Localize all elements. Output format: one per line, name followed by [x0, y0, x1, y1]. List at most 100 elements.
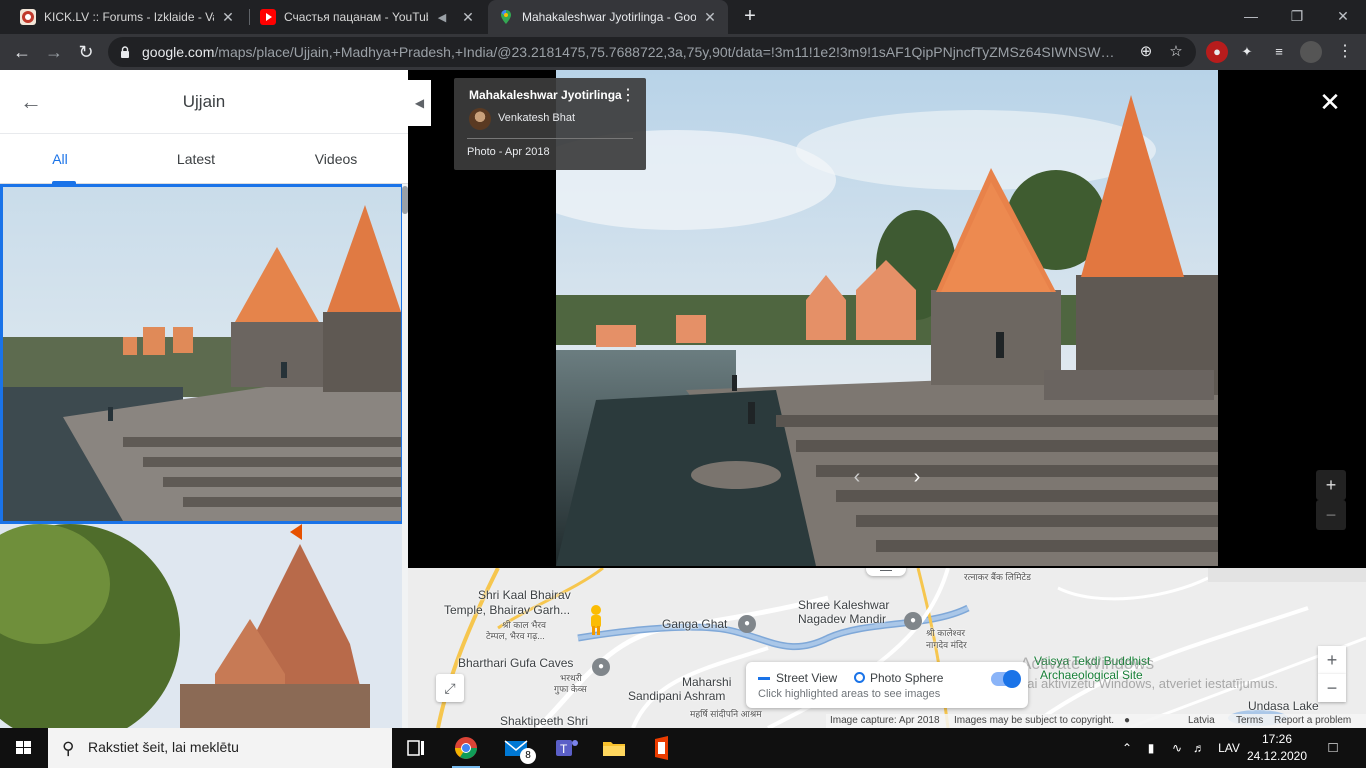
mail-badge: 8 — [520, 748, 536, 764]
battery-icon[interactable]: ▮ — [1140, 728, 1162, 768]
map-attribution: Image capture: Apr 2018 Images may be su… — [826, 714, 1366, 728]
start-button[interactable] — [0, 728, 48, 768]
place-pin-icon[interactable]: ● — [738, 615, 756, 633]
close-icon[interactable]: ✕ — [1318, 89, 1342, 115]
menu-dots-icon[interactable]: ⋮ — [1334, 41, 1356, 63]
tab-videos[interactable]: Videos — [276, 134, 396, 184]
place-pin-icon[interactable]: ● — [904, 612, 922, 630]
tab-title: KICK.LV :: Forums - Izklaide - Vals — [44, 10, 214, 24]
mini-map[interactable]: Shri Kaal Bhairav Temple, Bhairav Garh..… — [408, 568, 1366, 728]
photo-date: Photo - Apr 2018 — [467, 146, 550, 158]
country-link[interactable]: Latvia — [1188, 715, 1215, 726]
zoom-in-button[interactable]: + — [1316, 470, 1346, 500]
street-view-toggle[interactable] — [991, 670, 1021, 688]
volume-icon[interactable]: ♬ — [1188, 728, 1210, 768]
map-zoom-out-button[interactable]: − — [1318, 674, 1346, 702]
map-label[interactable]: Sandipani Ashram — [628, 689, 725, 703]
photo-filter-tabs: All Latest Videos — [0, 134, 408, 184]
tab-title: Mahakaleshwar Jyotirlinga - Goo — [522, 10, 696, 24]
panel-header: ← Ujjain — [0, 70, 408, 134]
photo-place-name[interactable]: Mahakaleshwar Jyotirlinga — [469, 88, 622, 102]
youtube-icon — [260, 9, 276, 25]
place-pin-icon[interactable]: ● — [592, 658, 610, 676]
legend-hint: Click highlighted areas to see images — [758, 688, 941, 700]
map-label[interactable]: Shri Kaal Bhairav — [478, 588, 571, 602]
bookmark-star-icon[interactable]: ☆ — [1166, 42, 1186, 62]
taskbar-search-box[interactable]: ⚲ Rakstiet šeit, lai meklētu — [48, 728, 392, 768]
photo-thumbnail-ghat[interactable] — [0, 184, 404, 524]
language-indicator[interactable]: LAV — [1212, 728, 1246, 768]
tab-google-maps[interactable]: Mahakaleshwar Jyotirlinga - Goo ✕ — [488, 0, 728, 34]
image-capture-date: Image capture: Apr 2018 — [830, 715, 940, 726]
map-zoom-in-button[interactable]: + — [1318, 646, 1346, 674]
audio-playing-icon[interactable]: ◀︎ — [434, 11, 450, 24]
svg-text:T: T — [560, 742, 568, 756]
street-view-legend-item: Street View — [758, 671, 837, 685]
office-icon[interactable] — [646, 732, 678, 764]
map-label[interactable]: Nagadev Mandir — [798, 612, 886, 626]
map-label[interactable]: Undasa Lake — [1248, 699, 1319, 713]
terms-link[interactable]: Terms — [1236, 715, 1263, 726]
tab-close-icon[interactable]: ✕ — [220, 9, 236, 26]
collapse-panel-button[interactable]: ◀ — [408, 80, 431, 126]
file-explorer-icon[interactable] — [598, 732, 630, 764]
system-clock[interactable]: 17:26 24.12.2020 — [1246, 731, 1308, 765]
panel-title: Ujjain — [182, 92, 226, 111]
tab-latest[interactable]: Latest — [136, 134, 256, 184]
map-label[interactable]: Shaktipeeth Shri — [500, 714, 588, 728]
back-icon[interactable]: ← — [8, 38, 36, 66]
street-view-legend: Street View Photo Sphere Click highlight… — [746, 662, 1028, 708]
show-hidden-icons[interactable]: ⌃ — [1118, 728, 1136, 768]
mail-icon[interactable]: 8 — [500, 732, 536, 764]
forward-icon[interactable]: → — [40, 38, 68, 66]
minimize-icon[interactable]: — — [1228, 0, 1274, 34]
search-icon: ⚲ — [62, 739, 75, 758]
extensions-puzzle-icon[interactable]: ✦ — [1236, 41, 1258, 63]
previous-photo-icon[interactable]: ‹ — [842, 462, 872, 492]
pegman-icon[interactable] — [588, 604, 604, 636]
windows-taskbar: ⚲ Rakstiet šeit, lai meklētu 8 T ⌃ ▮ ∿ ♬… — [0, 728, 1366, 768]
browser-tab-strip: KICK.LV :: Forums - Izklaide - Vals ✕ Сч… — [0, 0, 1366, 34]
author-avatar[interactable] — [469, 108, 491, 130]
add-to-page-icon[interactable]: ⊕ — [1136, 42, 1156, 62]
map-resize-handle[interactable] — [866, 568, 906, 576]
tab-close-icon[interactable]: ✕ — [702, 9, 718, 26]
tab-kick-lv[interactable]: KICK.LV :: Forums - Izklaide - Vals ✕ — [10, 0, 246, 34]
map-label[interactable]: Maharshi — [682, 675, 731, 689]
tab-close-icon[interactable]: ✕ — [460, 9, 476, 26]
tab-youtube[interactable]: Счастья пацанам - YouTube ◀︎ ✕ — [250, 0, 486, 34]
new-tab-button[interactable]: + — [738, 4, 762, 28]
teams-icon[interactable]: T — [550, 732, 582, 764]
extension-santa-icon[interactable]: ● — [1206, 41, 1228, 63]
map-label[interactable]: Ganga Ghat — [662, 617, 727, 631]
map-label: गुफा केव्स — [554, 684, 587, 694]
photo-sphere-ring-icon — [854, 672, 865, 683]
map-label: रत्नाकर बैंक लिमिटेड — [964, 572, 1031, 582]
url-text: google.com/maps/place/Ujjain,+Madhya+Pra… — [142, 44, 1122, 60]
close-window-icon[interactable]: ✕ — [1320, 0, 1366, 34]
photo-info-card: Mahakaleshwar Jyotirlinga ⋮ Venkatesh Bh… — [454, 78, 646, 170]
map-label[interactable]: Bharthari Gufa Caves — [458, 656, 573, 670]
map-label[interactable]: Temple, Bhairav Garh... — [444, 603, 570, 617]
task-view-icon[interactable] — [400, 732, 432, 764]
restore-icon[interactable]: ❐ — [1274, 0, 1320, 34]
wifi-icon[interactable]: ∿ — [1166, 728, 1188, 768]
reload-icon[interactable]: ↻ — [72, 38, 100, 66]
photo-thumbnail-temple[interactable] — [0, 524, 404, 728]
chrome-icon[interactable] — [450, 732, 482, 768]
profile-avatar[interactable] — [1300, 41, 1322, 63]
main-photo[interactable] — [556, 70, 1218, 566]
expand-map-icon[interactable]: ⤢ — [436, 674, 464, 702]
media-queue-icon[interactable]: ≡ — [1268, 41, 1290, 63]
next-photo-icon[interactable]: › — [902, 462, 932, 492]
zoom-out-button[interactable]: − — [1316, 500, 1346, 530]
card-divider — [467, 138, 633, 139]
street-view-line-icon — [758, 677, 770, 681]
notifications-icon[interactable]: □ — [1318, 728, 1348, 768]
report-problem-link[interactable]: Report a problem — [1274, 715, 1351, 726]
address-bar[interactable]: google.com/maps/place/Ujjain,+Madhya+Pra… — [108, 37, 1196, 67]
map-label[interactable]: Shree Kaleshwar — [798, 598, 889, 612]
photo-author[interactable]: Venkatesh Bhat — [498, 112, 575, 124]
more-options-icon[interactable]: ⋮ — [620, 88, 636, 104]
tab-all[interactable]: All — [0, 134, 120, 184]
